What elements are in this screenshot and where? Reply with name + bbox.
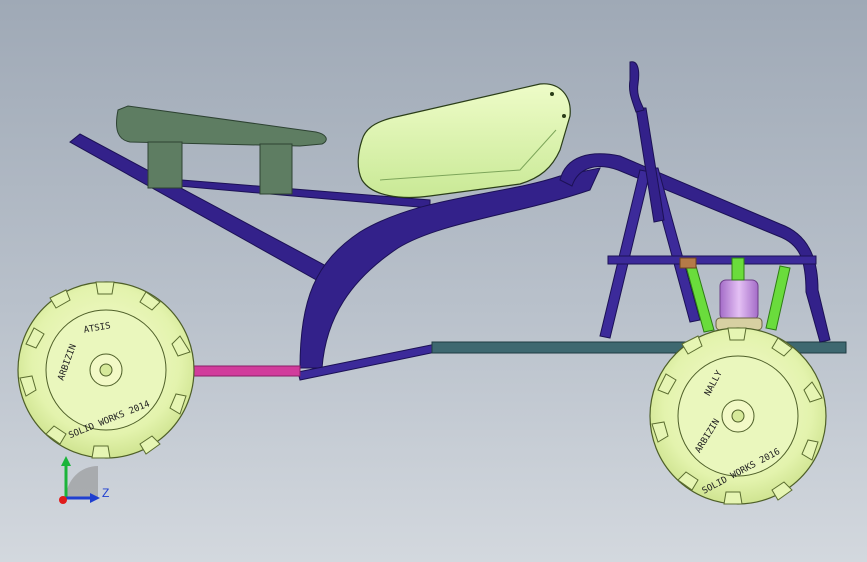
graphics-viewport[interactable]: ATSIS ARBIZIN SOLID WORKS 2014 NALLY ARB…: [0, 0, 867, 562]
pink-tube[interactable]: [191, 365, 301, 377]
z-axis-label: Z: [102, 486, 109, 500]
seat-post-rear[interactable]: [147, 141, 183, 189]
front-wheel[interactable]: NALLY ARBIZIN SOLID WORKS 2016: [649, 327, 827, 505]
model-scene[interactable]: ATSIS ARBIZIN SOLID WORKS 2014 NALLY ARB…: [0, 0, 867, 562]
cross-tube[interactable]: [607, 255, 817, 265]
right-shock-arm[interactable]: [765, 265, 791, 331]
seat-post-front[interactable]: [259, 143, 293, 195]
origin-dot: [59, 496, 67, 504]
rear-wheel[interactable]: ATSIS ARBIZIN SOLID WORKS 2014: [17, 281, 195, 459]
fuel-tank[interactable]: [357, 83, 571, 199]
seat[interactable]: [116, 105, 327, 195]
reference-triad[interactable]: Z: [59, 456, 109, 504]
seat-cushion[interactable]: [116, 105, 327, 147]
handlebar[interactable]: [629, 61, 645, 113]
damper[interactable]: [719, 279, 759, 321]
triad-sphere: [66, 466, 98, 498]
front-strut-left[interactable]: [599, 169, 651, 339]
